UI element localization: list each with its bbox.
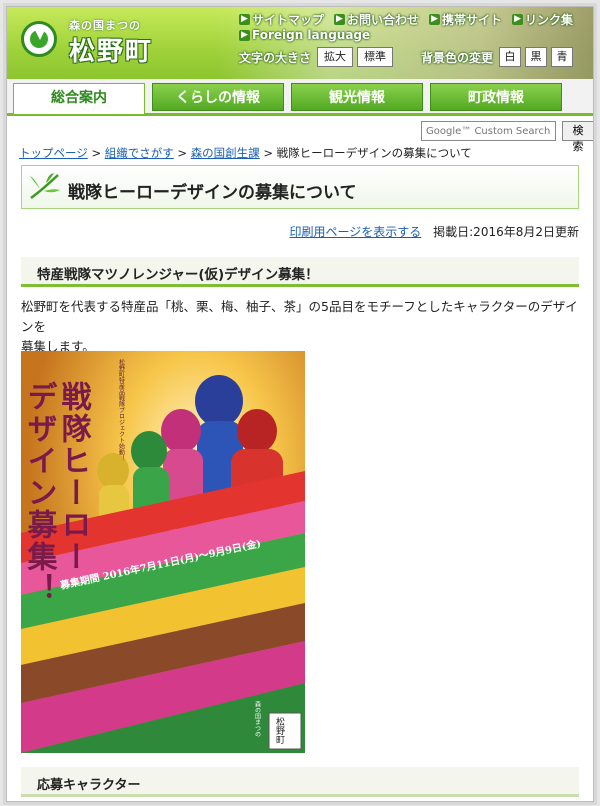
intro-line-1: 松野町を代表する特産品「桃、栗、梅、柚子、茶」の5品目をモチーフとしたキャラクタ… xyxy=(21,299,578,334)
breadcrumb-top[interactable]: トップページ xyxy=(19,146,88,160)
breadcrumb-organization[interactable]: 組織でさがす xyxy=(105,146,174,160)
poster-seal: 松野町 xyxy=(274,716,285,744)
arrow-icon: ▶ xyxy=(239,14,250,25)
hero-pink-helmet xyxy=(161,409,201,453)
links-label: リンク集 xyxy=(525,13,574,27)
bg-black-button[interactable]: 黒 xyxy=(525,47,548,67)
arrow-icon: ▶ xyxy=(239,29,250,41)
published-date: 掲載日:2016年8月2日更新 xyxy=(433,225,579,239)
font-enlarge-button[interactable]: 拡大 xyxy=(317,47,354,67)
breadcrumb-department[interactable]: 森の国創生課 xyxy=(191,146,260,160)
foreign-language-link[interactable]: ▶ Foreign language xyxy=(239,28,370,42)
tab-town-admin-info[interactable]: 町政情報 xyxy=(430,83,562,111)
arrow-icon: ▶ xyxy=(334,14,346,25)
bg-white-button[interactable]: 白 xyxy=(499,47,522,67)
sitemap-link[interactable]: ▶ サイトマップ xyxy=(239,11,324,28)
poster-project-label: 松野町特産品戦隊プロジェクト始動！ xyxy=(118,358,125,461)
page-frame: 森の国まつの 松野町 ▶ サイトマップ ▶ お問い合わせ ▶ 携帯サイト ▶ リンク集 … xyxy=(6,6,594,802)
search-button[interactable]: 検索 xyxy=(562,121,593,153)
foreign-language-label: Foreign language xyxy=(252,28,371,42)
background-color-controls: 背景色の変更 白 黒 青 xyxy=(421,47,574,67)
poster-title-col1: 戦隊ヒーロー xyxy=(56,381,92,573)
main-nav: 総合案内 くらしの情報 観光情報 町政情報 xyxy=(7,79,593,116)
tab-tourism-info[interactable]: 観光情報 xyxy=(291,83,423,111)
recruitment-poster-image[interactable]: 戦隊ヒーロー デザイン募集！ 松野町特産品戦隊プロジェクト始動！ 募集期間 20… xyxy=(21,351,305,753)
contact-label: お問い合わせ xyxy=(347,13,420,27)
poster-footer-label: 森の国まつの xyxy=(254,700,261,737)
site-search: 検索 xyxy=(421,121,593,153)
mobile-site-link[interactable]: ▶ 携帯サイト xyxy=(429,11,502,28)
links-link[interactable]: ▶ リンク集 xyxy=(512,11,573,28)
font-standard-button[interactable]: 標準 xyxy=(357,47,394,67)
breadcrumb: トップページ > 組織でさがす > 森の国創生課 > 戦隊ヒーローデザインの募集… xyxy=(19,145,472,161)
print-page-link[interactable]: 印刷用ページを表示する xyxy=(290,225,422,239)
contact-link[interactable]: ▶ お問い合わせ xyxy=(334,11,419,28)
poster-title-col2: デザイン募集！ xyxy=(22,381,59,605)
breadcrumb-separator: > xyxy=(177,146,188,160)
font-size-label: 文字の大きさ xyxy=(239,50,312,65)
print-date-row: 印刷用ページを表示する 掲載日:2016年8月2日更新 xyxy=(21,223,579,240)
section-heading: 特産戦隊マツノレンジャー(仮)デザイン募集！ xyxy=(21,257,579,287)
section-heading-text: 特産戦隊マツノレンジャー(仮)デザイン募集！ xyxy=(37,267,319,283)
town-emblem-icon[interactable] xyxy=(21,21,57,57)
font-size-controls: 文字の大きさ 拡大 標準 xyxy=(239,47,394,67)
bgcolor-label: 背景色の変更 xyxy=(421,50,494,65)
page-title: 戦隊ヒーローデザインの募集について xyxy=(68,183,357,203)
bg-blue-button[interactable]: 青 xyxy=(551,47,574,67)
hero-blue-helmet xyxy=(195,375,243,427)
arrow-icon: ▶ xyxy=(512,14,524,25)
breadcrumb-current: 戦隊ヒーローデザインの募集について xyxy=(276,146,472,160)
arrow-icon: ▶ xyxy=(429,14,441,25)
breadcrumb-separator: > xyxy=(91,146,102,160)
tab-living-info[interactable]: くらしの情報 xyxy=(152,83,284,111)
site-header: 森の国まつの 松野町 ▶ サイトマップ ▶ お問い合わせ ▶ 携帯サイト ▶ リンク集 … xyxy=(7,7,593,79)
logo-town-name[interactable]: 松野町 xyxy=(69,31,153,68)
hero-red-helmet xyxy=(237,409,277,453)
sitemap-label: サイトマップ xyxy=(252,13,325,27)
poster-graphic: 戦隊ヒーロー デザイン募集！ 松野町特産品戦隊プロジェクト始動！ 募集期間 20… xyxy=(21,351,305,753)
leaf-icon xyxy=(30,173,60,200)
breadcrumb-separator: > xyxy=(263,146,273,160)
page-title-box: 戦隊ヒーローデザインの募集について xyxy=(21,165,579,209)
tab-general-info[interactable]: 総合案内 xyxy=(13,83,145,114)
intro-paragraph: 松野町を代表する特産品「桃、栗、梅、柚子、茶」の5品目をモチーフとしたキャラクタ… xyxy=(21,297,579,357)
hero-green-helmet xyxy=(131,431,167,471)
search-input[interactable] xyxy=(421,121,556,141)
mobile-site-label: 携帯サイト xyxy=(442,13,503,27)
section-heading-characters-text: 応募キャラクター xyxy=(37,778,141,793)
utility-links: ▶ サイトマップ ▶ お問い合わせ ▶ 携帯サイト ▶ リンク集 xyxy=(239,11,573,28)
section-heading-characters: 応募キャラクター xyxy=(21,767,579,797)
